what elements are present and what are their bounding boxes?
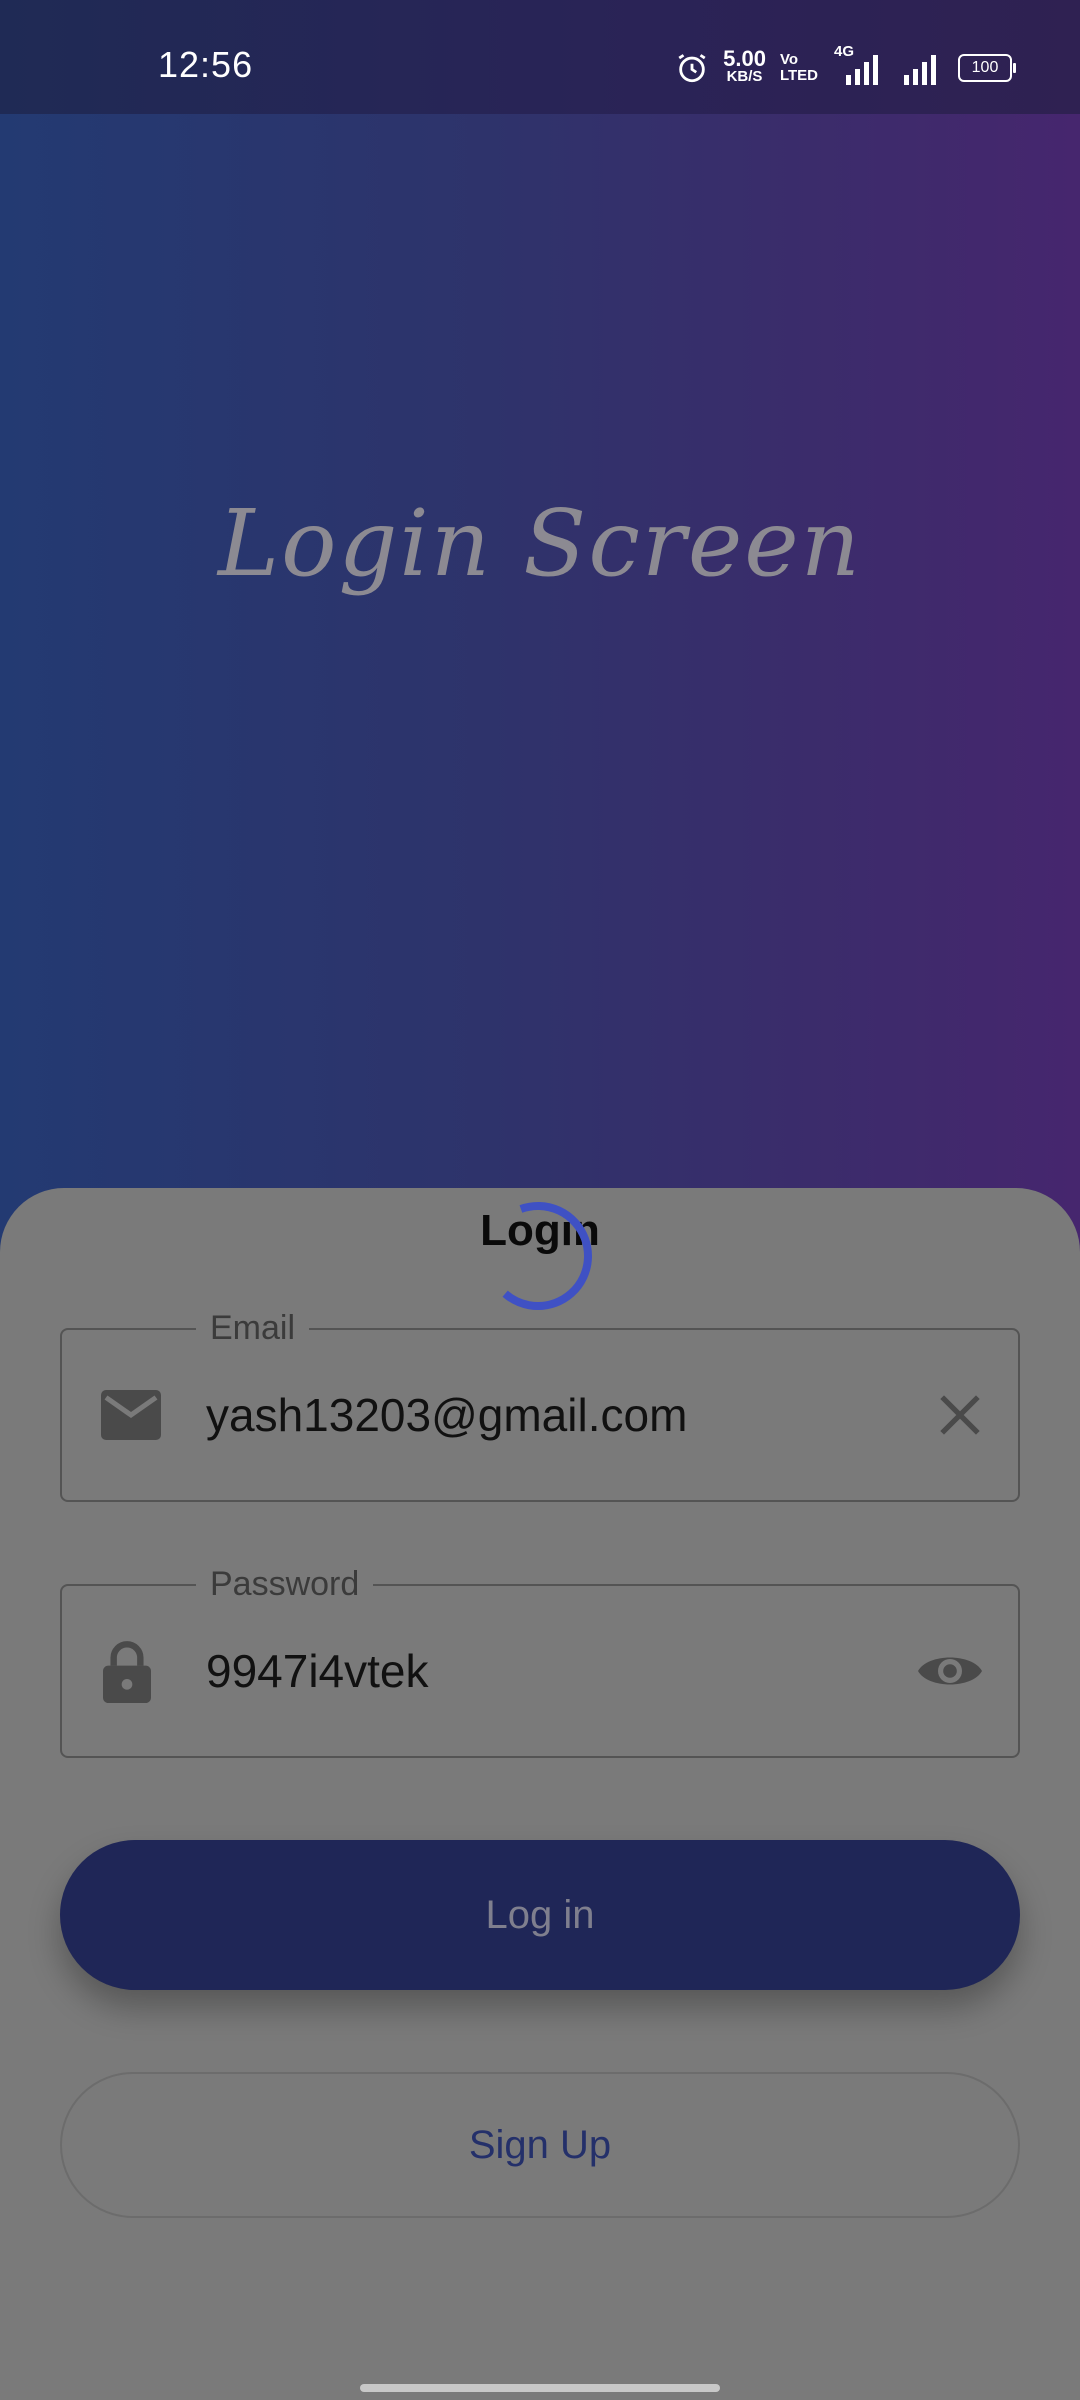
email-field[interactable]: Email yash13203@gmail.com: [60, 1306, 1020, 1502]
lock-icon: [103, 1641, 151, 1703]
eye-icon[interactable]: [916, 1648, 984, 1694]
status-time: 12:56: [158, 44, 254, 85]
loading-spinner-icon: [483, 1202, 592, 1310]
signal-icon: [904, 55, 936, 85]
signup-button[interactable]: Sign Up: [60, 2072, 1020, 2218]
password-field[interactable]: Password 9947i4vtek: [60, 1562, 1020, 1758]
volte-indicator: Vo LTED: [780, 52, 818, 84]
email-label: Email: [196, 1306, 310, 1350]
email-input[interactable]: yash13203@gmail.com: [206, 1388, 687, 1442]
status-icons: 5.00 KB/S Vo LTED 4G 100: [675, 43, 1016, 88]
battery-icon: 100: [958, 54, 1016, 82]
network-type: 4G: [834, 43, 855, 60]
login-screen: 12:56 5.00 KB/S Vo LTED 4G 100 Login Scr…: [0, 0, 1080, 2400]
volte-bottom: LTED: [779, 67, 818, 84]
status-bar: 12:56 5.00 KB/S Vo LTED 4G 100: [0, 0, 1080, 114]
password-input[interactable]: 9947i4vtek: [206, 1644, 429, 1698]
alarm-icon: [678, 54, 706, 83]
mail-icon: [101, 1390, 161, 1440]
login-button[interactable]: Log in: [60, 1840, 1020, 1990]
volte-top: Vo: [779, 51, 798, 68]
signal-4g-icon: 4G: [832, 43, 886, 85]
password-label: Password: [196, 1562, 374, 1606]
battery-level: 100: [971, 59, 999, 76]
screen-title: Login Screen: [218, 490, 862, 597]
network-speed-unit: KB/S: [726, 68, 763, 85]
network-speed-value: 5.00: [723, 46, 766, 71]
clear-icon[interactable]: [936, 1391, 984, 1439]
network-speed: 5.00 KB/S: [723, 46, 766, 86]
login-sheet: Login Email yash13203@gmail.com Password: [0, 1188, 1080, 2400]
home-indicator[interactable]: [360, 2384, 720, 2392]
